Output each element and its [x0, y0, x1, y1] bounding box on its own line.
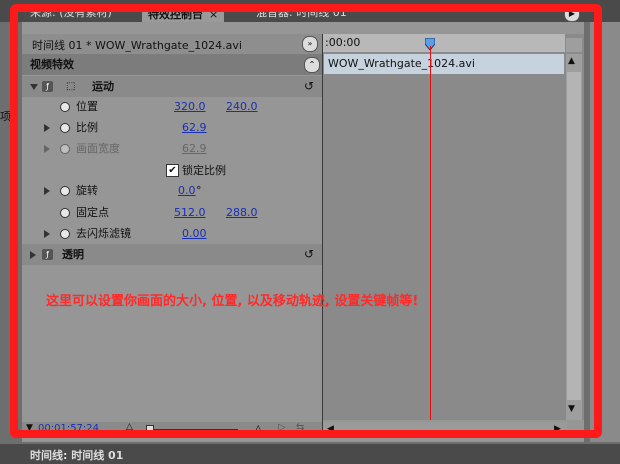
- annotation-text: 这里可以设置你画面的大小, 位置, 以及移动轨迹, 设置关键帧等!: [46, 294, 419, 309]
- tab-sequence[interactable]: 时间线: 时间线 01: [30, 447, 123, 463]
- highlight-frame: [10, 4, 602, 438]
- bottom-tab-strip: 时间线: 时间线 01: [0, 444, 620, 464]
